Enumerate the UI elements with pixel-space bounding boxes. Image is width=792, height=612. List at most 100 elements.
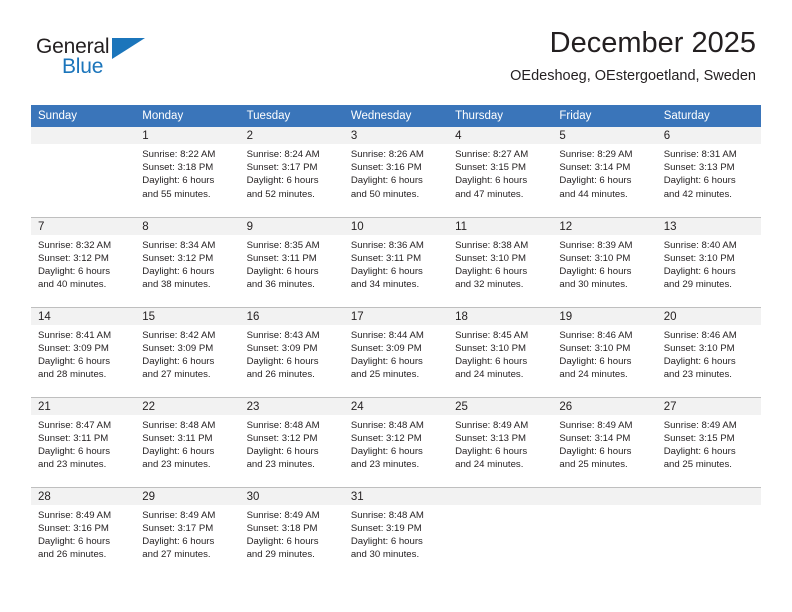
day-sunrise-line: Sunrise: 8:49 AM [455, 419, 529, 431]
calendar-day-cell[interactable]: 28 Sunrise: 8:49 AM Sunset: 3:16 PM Dayligh… [31, 486, 136, 577]
day-daylight-a-line: Daylight: 6 hours [350, 355, 423, 367]
calendar-day-cell[interactable]: 20 Sunrise: 8:46 AM Sunset: 3:10 PM Dayligh… [656, 306, 761, 397]
day-number: 2 [239, 127, 344, 144]
calendar-day-cell[interactable]: 2 Sunrise: 8:24 AM Sunset: 3:17 PM Daylight… [239, 127, 344, 217]
day-number: 24 [343, 397, 449, 415]
calendar-day-cell[interactable]: 4 Sunrise: 8:27 AM Sunset: 3:15 PM Daylight… [448, 127, 553, 217]
day-details: Sunrise: 8:24 AM Sunset: 3:17 PM Daylight:… [240, 144, 344, 201]
day-number: 29 [135, 487, 240, 505]
day-details: Sunrise: 8:49 AM Sunset: 3:13 PM Daylight:… [448, 415, 552, 472]
calendar-day-cell[interactable]: 17 Sunrise: 8:44 AM Sunset: 3:09 PM Dayligh… [343, 306, 449, 397]
day-sunrise-line: Sunrise: 8:40 AM [663, 239, 737, 251]
day-number: 12 [552, 217, 657, 235]
day-sunrise-line: Sunrise: 8:48 AM [246, 419, 320, 431]
calendar-day-cell[interactable]: 3 Sunrise: 8:26 AM Sunset: 3:16 PM Daylight… [343, 127, 449, 217]
calendar-day-cell[interactable]: 5 Sunrise: 8:29 AM Sunset: 3:14 PM Daylight… [552, 127, 657, 217]
day-sunrise-line: Sunrise: 8:42 AM [142, 329, 216, 341]
calendar-grid: Sunday Monday Tuesday Wednesday Thursday Frid… [31, 105, 761, 577]
day-details: Sunrise: 8:47 AM Sunset: 3:11 PM Daylight:… [31, 415, 135, 472]
day-number: 11 [448, 217, 553, 235]
calendar-day-cell[interactable]: 10 Sunrise: 8:36 AM Sunset: 3:11 PM Dayligh… [343, 216, 449, 307]
calendar-day-cell[interactable]: 14 Sunrise: 8:41 AM Sunset: 3:09 PM Dayligh… [31, 306, 136, 397]
day-number: 18 [448, 307, 553, 325]
calendar-day-cell[interactable]: 29 Sunrise: 8:49 AM Sunset: 3:17 PM Dayligh… [135, 486, 240, 577]
calendar-page: General Blue December 2025 OEdeshoeg, OE… [0, 0, 792, 612]
day-daylight-a-line: Daylight: 6 hours [142, 535, 215, 547]
calendar-day-cell[interactable]: 24 Sunrise: 8:48 AM Sunset: 3:12 PM Dayligh… [343, 396, 449, 487]
day-sunrise-line: Sunrise: 8:49 AM [142, 509, 216, 521]
day-details: Sunrise: 8:48 AM Sunset: 3:12 PM Daylight:… [240, 415, 344, 472]
day-daylight-b-line: and 23 minutes. [663, 369, 732, 381]
day-daylight-b-line: and 25 minutes. [663, 459, 732, 471]
day-daylight-b-line: and 34 minutes. [350, 279, 420, 291]
calendar-day-cell[interactable]: 6 Sunrise: 8:31 AM Sunset: 3:13 PM Daylight… [656, 127, 761, 217]
day-daylight-b-line: and 42 minutes. [663, 188, 732, 200]
calendar-header-row: Sunday Monday Tuesday Wednesday Thursday Frid… [31, 105, 761, 127]
day-daylight-b-line: and 32 minutes. [455, 279, 524, 291]
calendar-day-cell[interactable]: 1 Sunrise: 8:22 AM Sunset: 3:18 PM Daylight… [135, 127, 240, 217]
day-daylight-a-line: Daylight: 6 hours [246, 445, 319, 457]
day-number: 3 [343, 127, 449, 144]
day-sunrise-line: Sunrise: 8:47 AM [38, 419, 112, 431]
day-sunset-line: Sunset: 3:12 PM [350, 432, 422, 444]
day-sunrise-line: Sunrise: 8:49 AM [38, 509, 112, 521]
day-sunrise-line: Sunrise: 8:39 AM [559, 239, 633, 251]
calendar-day-cell[interactable]: 7 Sunrise: 8:32 AM Sunset: 3:12 PM Daylight… [31, 216, 136, 307]
day-daylight-b-line: and 24 minutes. [455, 459, 524, 471]
day-details: Sunrise: 8:49 AM Sunset: 3:17 PM Daylight:… [135, 505, 239, 562]
day-sunset-line: Sunset: 3:11 PM [350, 252, 422, 264]
calendar-day-cell-empty [656, 486, 761, 577]
day-sunrise-line: Sunrise: 8:29 AM [559, 149, 633, 160]
day-number: 9 [239, 217, 344, 235]
calendar-day-cell[interactable]: 30 Sunrise: 8:49 AM Sunset: 3:18 PM Dayligh… [239, 486, 344, 577]
calendar-day-cell[interactable]: 8 Sunrise: 8:34 AM Sunset: 3:12 PM Daylight… [135, 216, 240, 307]
day-sunrise-line: Sunrise: 8:46 AM [663, 329, 737, 341]
day-sunset-line: Sunset: 3:14 PM [559, 432, 631, 444]
day-sunrise-line: Sunrise: 8:24 AM [246, 149, 320, 160]
day-daylight-a-line: Daylight: 6 hours [38, 265, 110, 277]
day-daylight-a-line: Daylight: 6 hours [455, 175, 528, 187]
calendar-day-cell[interactable]: 13 Sunrise: 8:40 AM Sunset: 3:10 PM Dayligh… [656, 216, 761, 307]
calendar-day-cell[interactable]: 21 Sunrise: 8:47 AM Sunset: 3:11 PM Dayligh… [31, 396, 136, 487]
calendar-day-cell[interactable]: 9 Sunrise: 8:35 AM Sunset: 3:11 PM Daylight… [239, 216, 344, 307]
day-number: 6 [656, 127, 761, 144]
calendar-day-cell[interactable]: 26 Sunrise: 8:49 AM Sunset: 3:14 PM Dayligh… [552, 396, 657, 487]
day-details: Sunrise: 8:42 AM Sunset: 3:09 PM Daylight:… [135, 325, 239, 382]
day-sunset-line: Sunset: 3:09 PM [142, 342, 214, 354]
generalblue-logo[interactable]: General Blue [36, 36, 166, 92]
day-sunset-line: Sunset: 3:14 PM [559, 162, 631, 174]
day-sunrise-line: Sunrise: 8:46 AM [559, 329, 633, 341]
day-sunset-line: Sunset: 3:12 PM [38, 252, 109, 264]
calendar-day-cell[interactable]: 31 Sunrise: 8:48 AM Sunset: 3:19 PM Dayligh… [343, 486, 449, 577]
day-sunrise-line: Sunrise: 8:49 AM [559, 419, 633, 431]
calendar-day-cell[interactable]: 16 Sunrise: 8:43 AM Sunset: 3:09 PM Dayligh… [239, 306, 344, 397]
day-details: Sunrise: 8:48 AM Sunset: 3:11 PM Daylight:… [135, 415, 239, 472]
day-daylight-a-line: Daylight: 6 hours [559, 355, 632, 367]
calendar-day-cell[interactable]: 19 Sunrise: 8:46 AM Sunset: 3:10 PM Dayligh… [552, 306, 657, 397]
calendar-day-cell[interactable]: 12 Sunrise: 8:39 AM Sunset: 3:10 PM Dayligh… [552, 216, 657, 307]
day-sunset-line: Sunset: 3:15 PM [663, 432, 735, 444]
calendar-day-cell[interactable]: 25 Sunrise: 8:49 AM Sunset: 3:13 PM Dayligh… [448, 396, 553, 487]
day-daylight-a-line: Daylight: 6 hours [663, 445, 736, 457]
day-details: Sunrise: 8:39 AM Sunset: 3:10 PM Daylight:… [552, 235, 656, 292]
day-daylight-b-line: and 30 minutes. [559, 279, 628, 291]
day-details: Sunrise: 8:49 AM Sunset: 3:15 PM Daylight:… [657, 415, 761, 472]
calendar-day-cell[interactable]: 27 Sunrise: 8:49 AM Sunset: 3:15 PM Dayligh… [656, 396, 761, 487]
day-sunset-line: Sunset: 3:17 PM [246, 162, 318, 174]
day-sunset-line: Sunset: 3:19 PM [350, 522, 422, 534]
day-number: 7 [31, 217, 136, 235]
day-sunrise-line: Sunrise: 8:43 AM [246, 329, 320, 341]
calendar-day-cell[interactable]: 23 Sunrise: 8:48 AM Sunset: 3:12 PM Dayligh… [239, 396, 344, 487]
day-daylight-b-line: and 25 minutes. [350, 369, 420, 381]
day-sunrise-line: Sunrise: 8:22 AM [142, 149, 216, 160]
weekday-header-wednesday: Wednesday [343, 105, 449, 127]
calendar-day-cell[interactable]: 15 Sunrise: 8:42 AM Sunset: 3:09 PM Dayligh… [135, 306, 240, 397]
calendar-day-cell[interactable]: 11 Sunrise: 8:38 AM Sunset: 3:10 PM Dayligh… [448, 216, 553, 307]
calendar-week-row: 28 Sunrise: 8:49 AM Sunset: 3:16 PM Dayligh… [31, 486, 761, 577]
weekday-header-sunday: Sunday [31, 105, 136, 127]
weekday-header-friday: Friday [552, 105, 657, 127]
day-number: 22 [135, 397, 240, 415]
calendar-day-cell[interactable]: 22 Sunrise: 8:48 AM Sunset: 3:11 PM Dayligh… [135, 396, 240, 487]
calendar-day-cell[interactable]: 18 Sunrise: 8:45 AM Sunset: 3:10 PM Dayligh… [448, 306, 553, 397]
day-sunset-line: Sunset: 3:15 PM [455, 162, 527, 174]
